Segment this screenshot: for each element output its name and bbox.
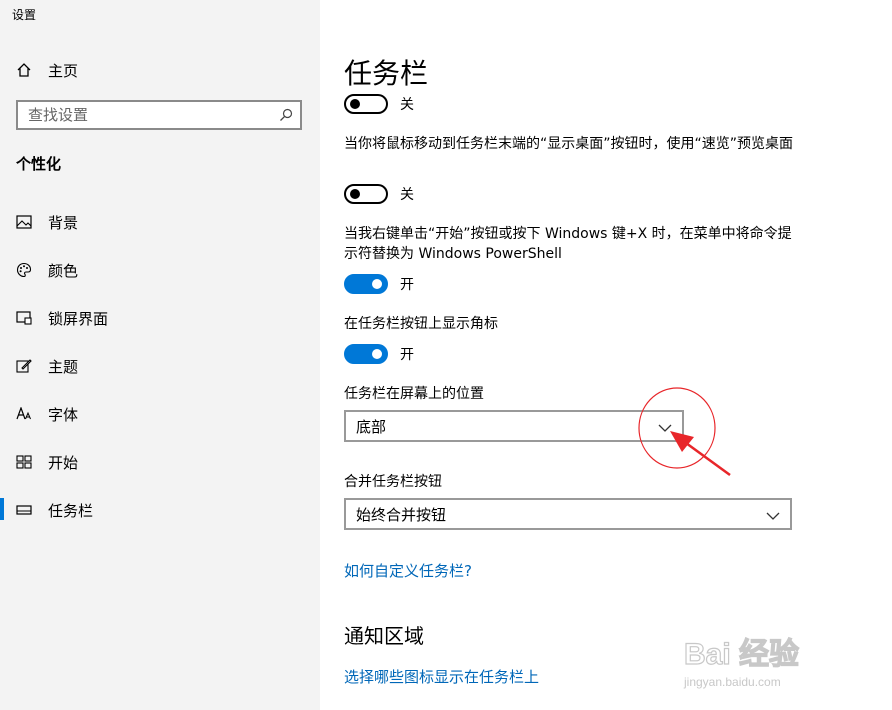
dropdown-value: 始终合并按钮	[356, 505, 447, 524]
sidebar-item-themes[interactable]: 主题	[0, 346, 320, 386]
sidebar-item-label: 背景	[48, 213, 79, 232]
palette-icon	[16, 262, 32, 278]
dropdown-value: 底部	[356, 417, 387, 436]
toggle-switch[interactable]	[344, 184, 388, 204]
image-icon	[16, 214, 32, 230]
combine-label: 合并任务栏按钮	[344, 474, 442, 490]
search-input[interactable]	[18, 102, 272, 128]
toggle-switch[interactable]	[344, 94, 388, 114]
sidebar-item-label: 颜色	[48, 261, 79, 280]
theme-brush-icon	[16, 358, 32, 374]
sidebar-item-lock-screen[interactable]: 锁屏界面	[0, 298, 320, 338]
sidebar: 设置 主页 个性化 背景 颜色 锁屏界面 主题	[0, 0, 320, 710]
watermark-text: Bai 经验	[684, 637, 799, 671]
taskbar-position-dropdown[interactable]: 底部	[344, 410, 684, 442]
sidebar-item-colors[interactable]: 颜色	[0, 250, 320, 290]
main-content: 任务栏 关 当你将鼠标移动到任务栏末端的“显示桌面”按钮时，使用“速览”预览桌面…	[320, 0, 892, 710]
sidebar-item-label: 开始	[48, 453, 79, 472]
sidebar-item-taskbar[interactable]: 任务栏	[0, 490, 320, 530]
position-label: 任务栏在屏幕上的位置	[344, 386, 484, 402]
chevron-down-icon	[766, 505, 780, 524]
baidu-paw-logo: Bai 经验 jingyan.baidu.com	[683, 636, 800, 689]
powershell-description: 当我右键单击“开始”按钮或按下 Windows 键+X 时，在菜单中将命令提示符…	[344, 226, 792, 262]
peek-toggle-row[interactable]: 关	[344, 182, 414, 206]
peek-desktop-description: 当你将鼠标移动到任务栏末端的“显示桌面”按钮时，使用“速览”预览桌面	[344, 136, 794, 152]
toggle-state-label: 开	[400, 277, 414, 293]
toggle-state-label: 关	[400, 97, 414, 113]
select-icons-link[interactable]: 选择哪些图标显示在任务栏上	[344, 666, 539, 687]
toggle-state-label: 开	[400, 347, 414, 363]
baidu-watermark: Bai 经验 jingyan.baidu.com	[680, 630, 880, 692]
setting-toggle-row[interactable]: 关	[344, 92, 414, 116]
home-icon	[16, 62, 32, 78]
toggle-switch[interactable]	[344, 274, 388, 294]
notification-area-title: 通知区域	[344, 624, 424, 648]
sidebar-home[interactable]: 主页	[16, 60, 78, 80]
sidebar-item-label: 主题	[48, 357, 79, 376]
watermark-url: jingyan.baidu.com	[683, 675, 781, 689]
customize-taskbar-link[interactable]: 如何自定义任务栏?	[344, 560, 472, 581]
lock-screen-icon	[16, 310, 32, 326]
sidebar-item-fonts[interactable]: 字体	[0, 394, 320, 434]
toggle-switch[interactable]	[344, 344, 388, 364]
home-label: 主页	[48, 61, 79, 80]
chevron-down-icon	[658, 417, 672, 436]
combine-buttons-dropdown[interactable]: 始终合并按钮	[344, 498, 792, 530]
font-icon	[16, 406, 32, 422]
page-title: 任务栏	[344, 57, 429, 90]
search-icon[interactable]	[272, 102, 300, 128]
badge-toggle-row[interactable]: 开	[344, 342, 414, 366]
section-title: 个性化	[16, 155, 62, 173]
search-box[interactable]	[16, 100, 302, 130]
sidebar-item-label: 锁屏界面	[48, 309, 109, 328]
sidebar-item-background[interactable]: 背景	[0, 202, 320, 242]
powershell-toggle-row[interactable]: 开	[344, 272, 414, 296]
toggle-state-label: 关	[400, 187, 414, 203]
badge-description: 在任务栏按钮上显示角标	[344, 316, 498, 332]
start-icon	[16, 454, 32, 470]
sidebar-item-start[interactable]: 开始	[0, 442, 320, 482]
sidebar-item-label: 任务栏	[48, 501, 94, 520]
sidebar-item-label: 字体	[48, 405, 79, 424]
app-title: 设置	[12, 8, 37, 22]
taskbar-icon	[16, 502, 32, 518]
